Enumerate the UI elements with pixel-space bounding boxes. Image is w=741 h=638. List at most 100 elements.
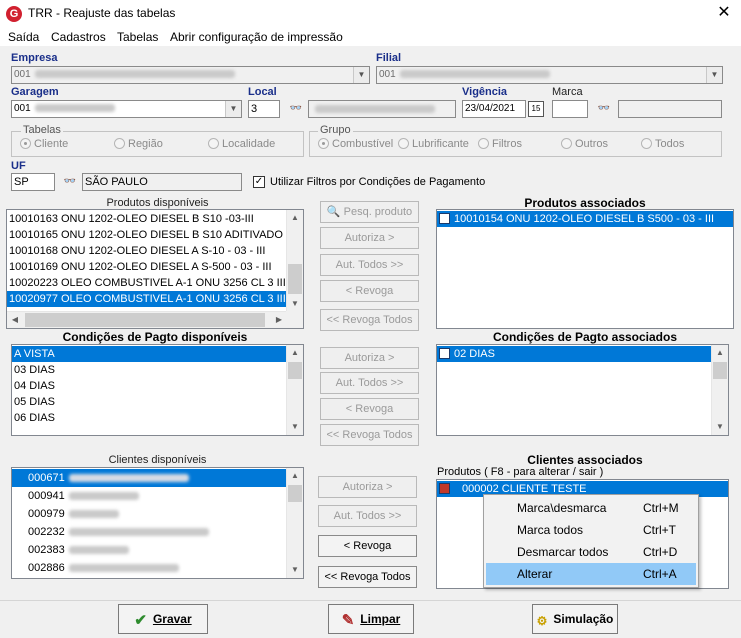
menu-config-impressao[interactable]: Abrir configuração de impressão bbox=[170, 30, 343, 44]
produtos-disponiveis-list[interactable]: 10010163 ONU 1202-OLEO DIESEL B S10 -03-… bbox=[6, 209, 304, 329]
list-item[interactable]: 10010154 ONU 1202-OLEO DIESEL B S500 - 0… bbox=[437, 211, 733, 227]
redacted-text bbox=[315, 105, 435, 114]
aut-todos-cliente-button[interactable]: Aut. Todos >> bbox=[318, 505, 417, 527]
calendar-icon[interactable]: 15 bbox=[528, 101, 544, 117]
list-item[interactable]: 06 DIAS bbox=[12, 410, 287, 426]
list-item[interactable]: 05 DIAS bbox=[12, 394, 287, 410]
list-item[interactable]: 10010169 ONU 1202-OLEO DIESEL A S-500 - … bbox=[7, 259, 287, 275]
scroll-thumb[interactable] bbox=[713, 362, 727, 379]
scroll-right-icon[interactable]: ▶ bbox=[271, 312, 287, 328]
binoculars-icon[interactable]: 👓 bbox=[594, 100, 614, 118]
cond-associados-list[interactable]: 02 DIAS ▲ ▼ bbox=[436, 344, 729, 436]
scroll-down-icon[interactable]: ▼ bbox=[287, 562, 303, 578]
vertical-scrollbar[interactable]: ▲ ▼ bbox=[286, 345, 303, 435]
scroll-thumb[interactable] bbox=[288, 362, 302, 379]
revoga-produto-button[interactable]: < Revoga bbox=[320, 280, 419, 302]
redacted-text bbox=[34, 104, 115, 113]
checkbox-icon[interactable] bbox=[439, 483, 450, 494]
menu-tabelas[interactable]: Tabelas bbox=[117, 30, 158, 44]
autoriza-cond-button[interactable]: Autoriza > bbox=[320, 347, 419, 369]
list-item[interactable]: 002383 bbox=[12, 541, 287, 559]
chevron-down-icon[interactable]: ▼ bbox=[353, 67, 369, 83]
scroll-thumb[interactable] bbox=[288, 264, 302, 294]
aut-todos-cond-button[interactable]: Aut. Todos >> bbox=[320, 372, 419, 394]
scroll-thumb[interactable] bbox=[25, 313, 265, 327]
radio-dot-icon bbox=[641, 138, 652, 149]
filtro-pagamento-checkbox[interactable]: ✓ bbox=[253, 176, 265, 188]
radio-filtros[interactable]: Filtros bbox=[478, 138, 522, 150]
list-item[interactable]: 10010165 ONU 1202-OLEO DIESEL B S10 ADIT… bbox=[7, 227, 287, 243]
list-item[interactable]: 10020977 OLEO COMBUSTIVEL A-1 ONU 3256 C… bbox=[7, 291, 287, 307]
vertical-scrollbar[interactable]: ▲ ▼ bbox=[286, 468, 303, 578]
revoga-cond-button[interactable]: < Revoga bbox=[320, 398, 419, 420]
vertical-scrollbar[interactable]: ▲ ▼ bbox=[711, 345, 728, 435]
binoculars-icon[interactable]: 👓 bbox=[286, 100, 306, 118]
checkbox-icon[interactable] bbox=[439, 348, 450, 359]
radio-regiao[interactable]: Região bbox=[114, 138, 163, 150]
empresa-select[interactable]: 001 ▼ bbox=[11, 66, 370, 84]
revoga-cliente-button[interactable]: < Revoga bbox=[318, 535, 417, 557]
radio-combustivel[interactable]: Combustível bbox=[318, 138, 393, 150]
binoculars-icon[interactable]: 👓 bbox=[60, 173, 80, 191]
scroll-left-icon[interactable]: ◀ bbox=[7, 312, 23, 328]
autoriza-cliente-button[interactable]: Autoriza > bbox=[318, 476, 417, 498]
menu-cadastros[interactable]: Cadastros bbox=[51, 30, 106, 44]
list-item[interactable]: 10010168 ONU 1202-OLEO DIESEL A S-10 - 0… bbox=[7, 243, 287, 259]
vertical-scrollbar[interactable]: ▲ ▼ bbox=[286, 210, 303, 312]
radio-lubrificante[interactable]: Lubrificante bbox=[398, 138, 469, 150]
scroll-up-icon[interactable]: ▲ bbox=[287, 210, 303, 226]
list-item[interactable]: 10010163 ONU 1202-OLEO DIESEL B S10 -03-… bbox=[7, 211, 287, 227]
filial-select[interactable]: 001 ▼ bbox=[376, 66, 723, 84]
scroll-down-icon[interactable]: ▼ bbox=[287, 419, 303, 435]
radio-localidade[interactable]: Localidade bbox=[208, 138, 275, 150]
list-item[interactable]: 02 DIAS bbox=[437, 346, 712, 362]
redacted-text bbox=[68, 510, 119, 519]
aut-todos-produto-button[interactable]: Aut. Todos >> bbox=[320, 254, 419, 276]
list-item[interactable]: 000941 bbox=[12, 487, 287, 505]
local-input[interactable]: 3 bbox=[248, 100, 280, 118]
produtos-associados-list[interactable]: 10010154 ONU 1202-OLEO DIESEL B S500 - 0… bbox=[436, 209, 734, 329]
scroll-up-icon[interactable]: ▲ bbox=[712, 345, 728, 361]
list-item[interactable]: 10020223 OLEO COMBUSTIVEL A-1 ONU 3256 C… bbox=[7, 275, 287, 291]
uf-input[interactable]: SP bbox=[11, 173, 55, 191]
redacted-text bbox=[34, 70, 235, 79]
scroll-down-icon[interactable]: ▼ bbox=[712, 419, 728, 435]
cond-disponiveis-list[interactable]: A VISTA 03 DIAS 04 DIAS 05 DIAS 06 DIAS … bbox=[11, 344, 304, 436]
chevron-down-icon[interactable]: ▼ bbox=[706, 67, 722, 83]
list-item[interactable]: 002232 bbox=[12, 523, 287, 541]
radio-outros[interactable]: Outros bbox=[561, 138, 608, 150]
list-item[interactable]: 002886 bbox=[12, 559, 287, 577]
horizontal-scrollbar[interactable]: ◀ ▶ bbox=[7, 311, 287, 328]
autoriza-produto-button[interactable]: Autoriza > bbox=[320, 227, 419, 249]
ctx-marca-todos[interactable]: Marca todos Ctrl+T bbox=[486, 519, 696, 541]
scroll-thumb[interactable] bbox=[288, 485, 302, 502]
ctx-alterar[interactable]: Alterar Ctrl+A bbox=[486, 563, 696, 585]
limpar-button[interactable]: ✎ Limpar bbox=[328, 604, 414, 634]
pesq-produto-button[interactable]: 🔍 Pesq. produto bbox=[320, 201, 419, 223]
radio-cliente[interactable]: Cliente bbox=[20, 138, 68, 150]
marca-input[interactable] bbox=[552, 100, 588, 118]
menu-saida[interactable]: Saída bbox=[8, 30, 39, 44]
ctx-marca-desmarca[interactable]: Marca\desmarca Ctrl+M bbox=[486, 497, 696, 519]
scroll-up-icon[interactable]: ▲ bbox=[287, 345, 303, 361]
simulacao-button[interactable]: ⚙ Simulação bbox=[532, 604, 618, 634]
clientes-disponiveis-list[interactable]: 000671 000941 000979 002232 002383 00288… bbox=[11, 467, 304, 579]
radio-todos[interactable]: Todos bbox=[641, 138, 684, 150]
gravar-button[interactable]: ✔ Gravar bbox=[118, 604, 208, 634]
list-item[interactable]: 000979 bbox=[12, 505, 287, 523]
scroll-up-icon[interactable]: ▲ bbox=[287, 468, 303, 484]
list-item[interactable]: 04 DIAS bbox=[12, 378, 287, 394]
revoga-todos-cond-button[interactable]: << Revoga Todos bbox=[320, 424, 419, 446]
garagem-select[interactable]: 001 ▼ bbox=[11, 100, 242, 118]
close-icon[interactable]: ✕ bbox=[712, 2, 736, 24]
list-item[interactable]: A VISTA bbox=[12, 346, 287, 362]
chevron-down-icon[interactable]: ▼ bbox=[225, 101, 241, 117]
revoga-todos-produto-button[interactable]: << Revoga Todos bbox=[320, 309, 419, 331]
revoga-todos-cliente-button[interactable]: << Revoga Todos bbox=[318, 566, 417, 588]
ctx-desmarcar-todos[interactable]: Desmarcar todos Ctrl+D bbox=[486, 541, 696, 563]
scroll-down-icon[interactable]: ▼ bbox=[287, 296, 303, 312]
vigencia-input[interactable]: 23/04/2021 bbox=[462, 100, 526, 118]
list-item[interactable]: 03 DIAS bbox=[12, 362, 287, 378]
list-item[interactable]: 000671 bbox=[12, 469, 287, 487]
checkbox-icon[interactable] bbox=[439, 213, 450, 224]
